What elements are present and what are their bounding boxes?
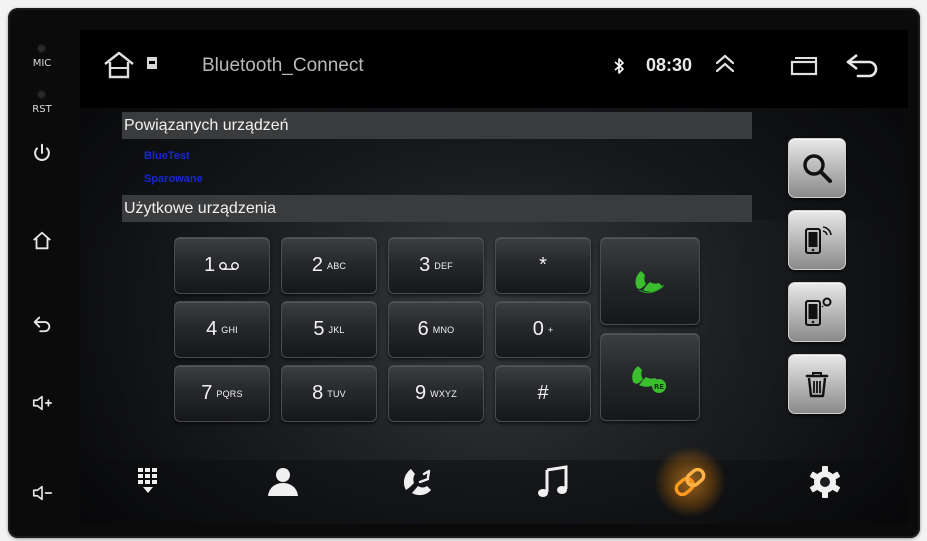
- key-digit: #: [537, 382, 549, 404]
- search-devices-button[interactable]: [788, 138, 846, 198]
- phone-call-icon: [635, 271, 665, 294]
- bluetooth-icon: [614, 58, 624, 74]
- key-digit: 5: [313, 318, 325, 340]
- power-button[interactable]: [22, 138, 62, 168]
- return-icon[interactable]: [845, 52, 881, 80]
- volume-down-button[interactable]: [22, 478, 62, 508]
- key-letters: MNO: [432, 324, 455, 335]
- volume-up-icon: [32, 395, 53, 411]
- nav-bluetooth-link[interactable]: [654, 446, 726, 518]
- delete-device-button[interactable]: [788, 354, 846, 414]
- back-arrow-icon: [33, 316, 51, 333]
- connect-phone-button[interactable]: [788, 210, 846, 270]
- nav-music[interactable]: [524, 452, 584, 512]
- display-screen: Bluetooth_Connect 08:30 Powiązanych urzą…: [80, 30, 908, 524]
- search-icon: [803, 154, 832, 183]
- sim-card-icon: [147, 57, 157, 69]
- dial-key-0[interactable]: 0 +: [495, 301, 591, 358]
- music-icon: [538, 465, 568, 497]
- key-digit: 6: [417, 318, 429, 340]
- available-devices-header: Użytkowe urządzenia: [122, 195, 752, 222]
- mic-label: MIC: [32, 58, 52, 69]
- home-icon: [33, 231, 51, 250]
- back-button[interactable]: [22, 308, 62, 338]
- paired-devices-header: Powiązanych urządzeń: [122, 112, 752, 139]
- dial-key-3[interactable]: 3 DEF: [388, 237, 484, 294]
- dial-key-5[interactable]: 5 JKL: [281, 301, 377, 358]
- link-icon: [674, 467, 706, 497]
- dial-key-star[interactable]: *: [495, 237, 591, 294]
- dialpad-icon: [138, 468, 157, 493]
- dial-key-4[interactable]: 4 GHI: [174, 301, 270, 358]
- chevron-up-double-icon[interactable]: [712, 51, 738, 77]
- paired-device-item[interactable]: BlueTest: [144, 150, 190, 162]
- call-log-icon: [403, 469, 431, 496]
- key-letters: WXYZ: [430, 388, 457, 399]
- nav-settings[interactable]: [795, 452, 855, 512]
- dial-key-9[interactable]: 9 WXYZ: [388, 365, 484, 422]
- key-digit: 7: [201, 382, 213, 404]
- key-digit: *: [539, 254, 547, 276]
- key-digit: 1: [203, 254, 216, 276]
- volume-down-icon: [32, 485, 53, 501]
- key-letters: PQRS: [216, 388, 243, 399]
- power-icon: [34, 143, 50, 161]
- nav-dialpad[interactable]: [118, 452, 178, 512]
- app-title: Bluetooth_Connect: [202, 55, 364, 76]
- recent-apps-icon[interactable]: [790, 56, 818, 76]
- key-digit: 9: [415, 382, 427, 404]
- phone-connect-icon: [805, 226, 832, 254]
- disconnect-phone-button[interactable]: [788, 282, 846, 342]
- voicemail-icon: [219, 261, 240, 270]
- phone-redial-icon: RE: [632, 366, 666, 393]
- call-button[interactable]: [600, 237, 700, 325]
- contacts-icon: [268, 468, 298, 496]
- volume-up-button[interactable]: [22, 388, 62, 418]
- svg-text:RE: RE: [654, 383, 664, 391]
- reset-hole[interactable]: [37, 90, 46, 99]
- key-digit: 8: [312, 382, 324, 404]
- dial-key-6[interactable]: 6 MNO: [388, 301, 484, 358]
- dial-key-8[interactable]: 8 TUV: [281, 365, 377, 422]
- settings-gear-icon: [810, 466, 840, 498]
- nav-call-log[interactable]: [388, 452, 448, 512]
- dial-key-1[interactable]: 1: [174, 237, 270, 294]
- paired-device-item[interactable]: Sparowane: [144, 173, 203, 185]
- dial-key-hash[interactable]: #: [495, 365, 591, 422]
- clock: 08:30: [646, 55, 693, 75]
- hardware-side-panel: MIC RST: [10, 10, 74, 530]
- reset-label: RST: [32, 104, 52, 115]
- key-digit: 3: [419, 254, 431, 276]
- home-outline-icon: [104, 51, 134, 79]
- home-button[interactable]: [22, 226, 62, 256]
- nav-contacts[interactable]: [253, 452, 313, 512]
- bottom-nav: [80, 442, 908, 524]
- key-letters: +: [547, 324, 554, 335]
- trash-icon: [805, 372, 829, 398]
- key-letters: GHI: [221, 324, 238, 335]
- redial-button[interactable]: RE: [600, 333, 700, 421]
- key-letters: DEF: [434, 260, 453, 271]
- phone-disconnect-icon: [805, 297, 832, 326]
- key-letters: TUV: [327, 388, 346, 399]
- key-digit: 4: [206, 318, 218, 340]
- mic-hole: [37, 44, 46, 53]
- key-digit: 0: [532, 318, 544, 340]
- key-letters: ABC: [327, 260, 347, 271]
- dial-key-7[interactable]: 7 PQRS: [174, 365, 270, 422]
- dial-key-2[interactable]: 2 ABC: [281, 237, 377, 294]
- key-letters: JKL: [328, 324, 345, 335]
- key-digit: 2: [311, 254, 323, 276]
- home-shortcut[interactable]: [102, 48, 136, 82]
- status-bar: Bluetooth_Connect 08:30: [80, 30, 908, 108]
